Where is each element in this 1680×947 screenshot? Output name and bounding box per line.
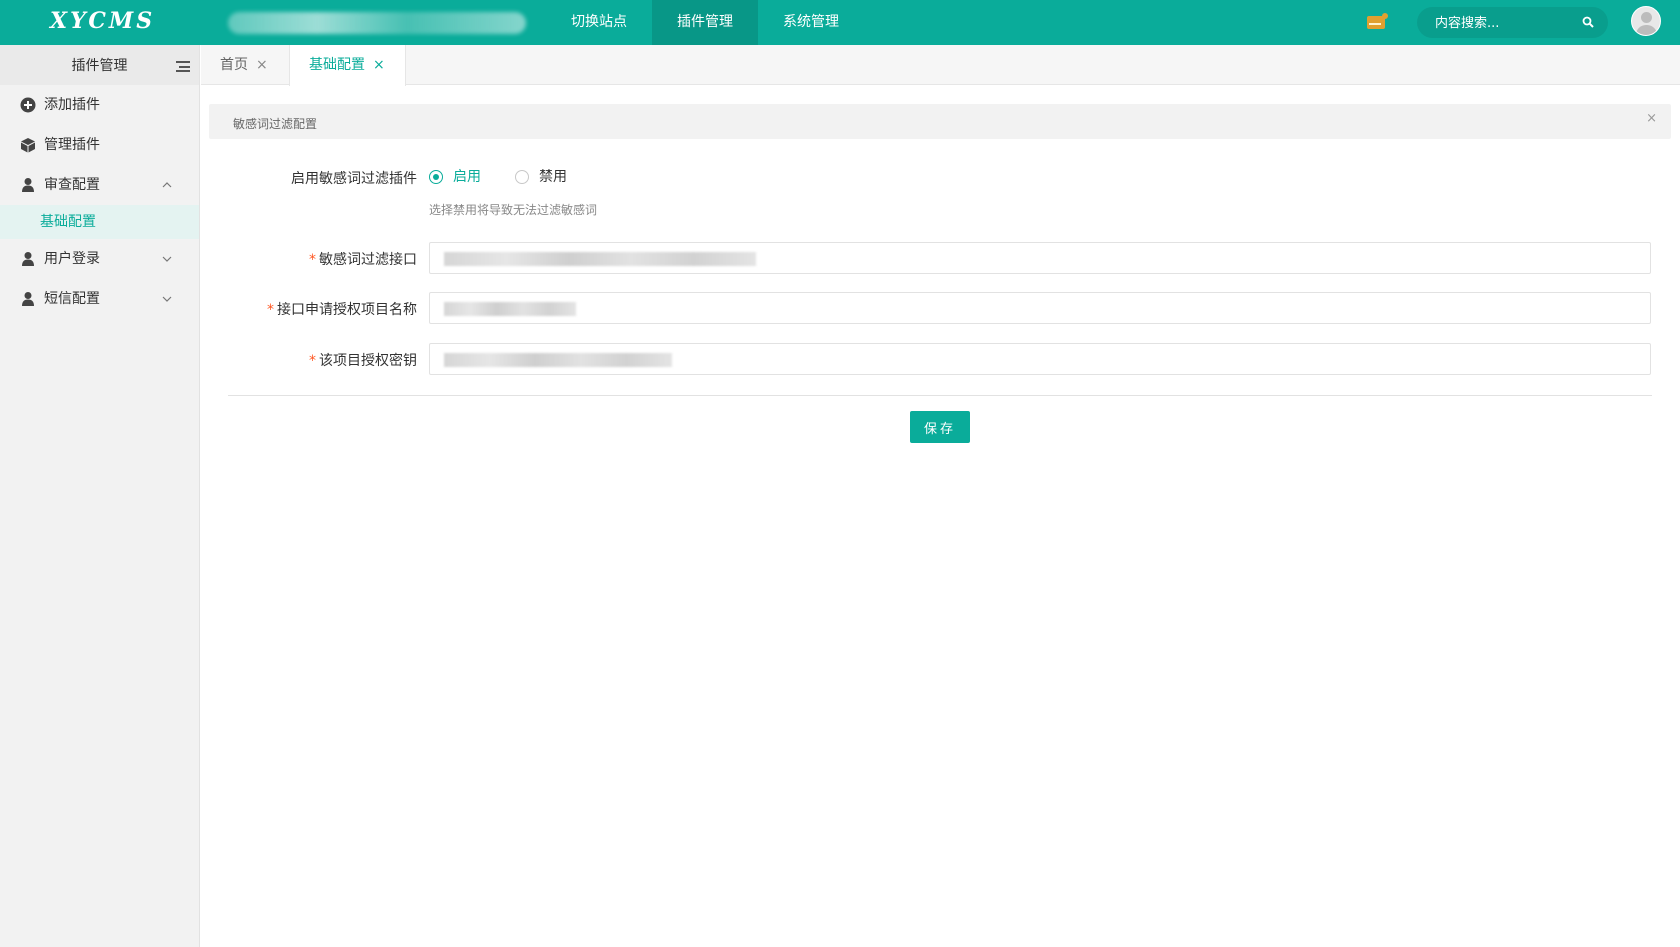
logo[interactable]: XYCMS [50, 8, 155, 34]
user-icon [22, 178, 34, 192]
search-box [1417, 7, 1608, 38]
close-icon[interactable]: × [1646, 111, 1657, 126]
sidebar-item-label: 短信配置 [44, 291, 100, 307]
radio-unchecked-icon [515, 170, 529, 184]
sidebar-item-label: 添加插件 [44, 97, 100, 113]
avatar-head [1641, 12, 1652, 23]
nav-system-management[interactable]: 系统管理 [758, 0, 864, 45]
radio-label: 启用 [453, 169, 481, 185]
user-icon [22, 292, 34, 306]
sidebar-item-user-login[interactable]: 用户登录 [0, 239, 199, 279]
sidebar-item-review-config[interactable]: 审查配置 [0, 165, 199, 205]
enable-filter-label: 启用敏感词过滤插件 [291, 171, 417, 187]
chevron-down-icon [162, 296, 172, 302]
project-secret-input[interactable] [429, 343, 1651, 375]
field-label-project-name: * 接口申请授权项目名称 [220, 299, 417, 319]
top-bar: XYCMS 切换站点 插件管理 系统管理 [0, 0, 1680, 45]
sidebar-item-label: 审查配置 [44, 177, 100, 193]
required-mark: * [267, 302, 274, 318]
site-name-redacted [228, 12, 526, 34]
project-name-input[interactable] [429, 292, 1651, 324]
sidebar-item-manage-plugin[interactable]: 管理插件 [0, 125, 199, 165]
radio-checked-icon [429, 170, 443, 184]
sidebar-item-label: 用户登录 [44, 251, 100, 267]
top-nav: 切换站点 插件管理 系统管理 [546, 0, 864, 45]
tab-bar: 首页 × 基础配置 × [201, 45, 1680, 86]
plus-circle-icon [20, 97, 36, 113]
required-mark: * [309, 353, 316, 369]
sidebar-item-sms-config[interactable]: 短信配置 [0, 279, 199, 319]
redacted-value [444, 302, 576, 316]
nav-plugin-management[interactable]: 插件管理 [652, 0, 758, 45]
search-input[interactable] [1435, 13, 1575, 33]
sidebar-item-label: 管理插件 [44, 137, 100, 153]
sidebar-subitem-basic-config[interactable]: 基础配置 [0, 205, 199, 239]
notice-text: 敏感词过滤配置 [233, 117, 318, 131]
field-label-text: 敏感词过滤接口 [319, 252, 417, 268]
avatar[interactable] [1631, 6, 1661, 36]
nav-switch-site[interactable]: 切换站点 [546, 0, 652, 45]
tab-basic-config[interactable]: 基础配置 × [289, 45, 406, 86]
sidebar: 插件管理 添加插件 管理插件 审查配置 基础配置 用户登录 短信配置 [0, 45, 200, 947]
avatar-body [1636, 25, 1657, 35]
tab-label: 首页 [220, 57, 248, 73]
cube-icon [21, 138, 35, 153]
field-label-text: 该项目授权密钥 [319, 353, 417, 369]
user-icon [22, 252, 34, 266]
disable-hint: 选择禁用将导致无法过滤敏感词 [429, 203, 598, 217]
menu-toggle-icon[interactable] [176, 61, 190, 72]
sidebar-title: 插件管理 [71, 58, 128, 74]
required-mark: * [309, 252, 316, 268]
filter-api-input[interactable] [429, 242, 1651, 274]
redacted-value [444, 353, 672, 367]
search-icon[interactable] [1582, 16, 1594, 28]
close-icon[interactable]: × [256, 45, 268, 85]
notification-dot [1382, 13, 1388, 19]
field-label-project-secret: * 该项目授权密钥 [220, 350, 417, 370]
redacted-value [444, 252, 756, 266]
radio-label: 禁用 [539, 169, 567, 185]
sidebar-header: 插件管理 [0, 45, 199, 85]
mail-icon[interactable] [1367, 13, 1388, 29]
field-label-text: 接口申请授权项目名称 [277, 302, 417, 318]
chevron-up-icon [162, 182, 172, 188]
close-icon[interactable]: × [373, 45, 385, 85]
config-notice: 敏感词过滤配置 × [209, 104, 1671, 139]
tab-label: 基础配置 [309, 57, 365, 73]
field-label-filter-api: * 敏感词过滤接口 [220, 249, 417, 269]
tab-home[interactable]: 首页 × [201, 45, 289, 85]
form-divider [228, 395, 1652, 396]
chevron-down-icon [162, 256, 172, 262]
sidebar-item-add-plugin[interactable]: 添加插件 [0, 85, 199, 125]
save-button[interactable]: 保存 [910, 411, 970, 443]
